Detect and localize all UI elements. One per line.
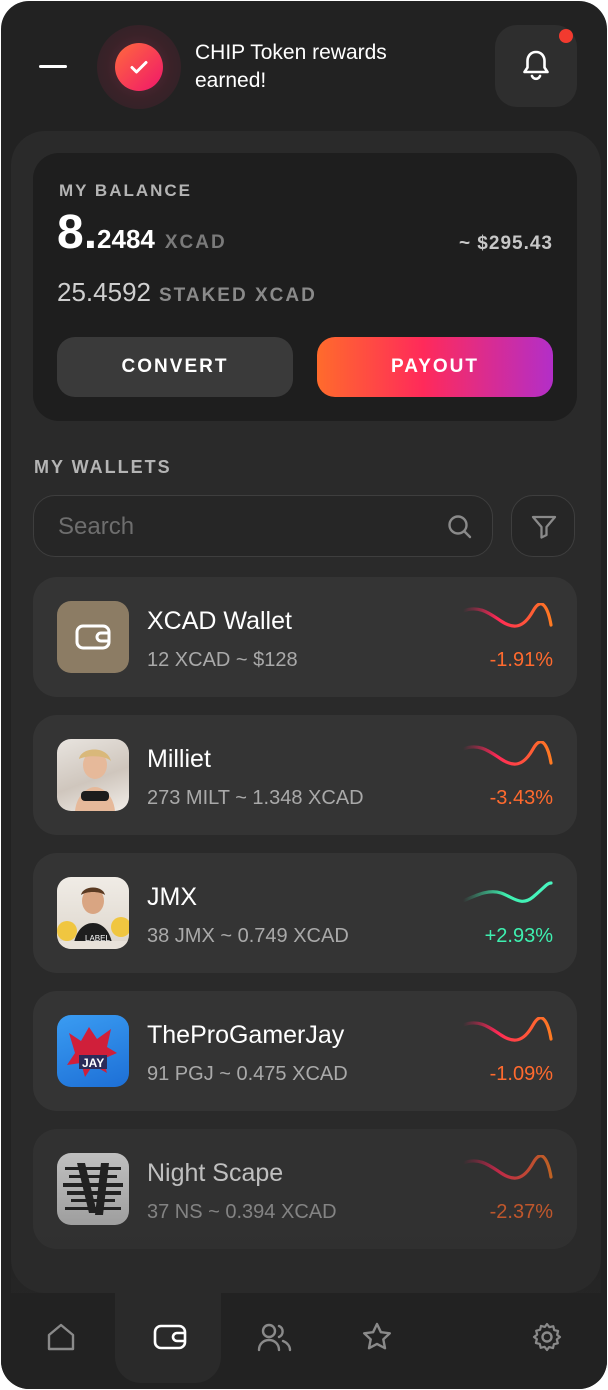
nav-home[interactable] bbox=[13, 1293, 109, 1389]
notification-badge[interactable] bbox=[97, 25, 181, 109]
wallet-name: Milliet bbox=[147, 745, 211, 773]
wallet-card-xcad[interactable]: XCAD Wallet 12 XCAD ~ $128 -1.91% bbox=[33, 577, 577, 697]
wallet-name: Night Scape bbox=[147, 1159, 284, 1187]
wallet-change: -3.43% bbox=[489, 787, 553, 809]
creator-avatar bbox=[57, 739, 129, 811]
wallets-heading: MY WALLETS bbox=[34, 457, 172, 477]
search-input[interactable] bbox=[56, 496, 430, 558]
settings-icon bbox=[532, 1322, 562, 1352]
notification-text: CHIP Token rewards earned! bbox=[195, 41, 387, 92]
star-icon bbox=[363, 1322, 391, 1350]
trend-sparkline bbox=[461, 1155, 553, 1180]
wallet-holdings: 91 PGJ ~ 0.475 XCAD bbox=[147, 1063, 348, 1085]
unread-dot bbox=[559, 29, 573, 43]
main-panel: MY BALANCE 8.2484 XCAD ~ $295.43 25.4592 S… bbox=[11, 131, 601, 1311]
wallet-holdings: 37 NS ~ 0.394 XCAD bbox=[147, 1201, 337, 1223]
creator-avatar: LABEL bbox=[57, 877, 129, 949]
top-bar: CHIP Token rewards earned! bbox=[1, 1, 607, 131]
svg-text:JAY: JAY bbox=[82, 1056, 104, 1070]
ns-logo bbox=[57, 1153, 129, 1225]
jay-logo: JAY bbox=[57, 1015, 129, 1087]
checkmark-badge-icon bbox=[115, 43, 163, 91]
search-icon[interactable] bbox=[446, 513, 474, 541]
convert-button[interactable]: CONVERT bbox=[57, 337, 293, 397]
balance-amount: 8.2484 XCAD bbox=[57, 205, 227, 260]
balance-decimal: 2484 bbox=[97, 224, 155, 254]
home-icon bbox=[47, 1323, 75, 1351]
balance-card: MY BALANCE 8.2484 XCAD ~ $295.43 25.4592 S… bbox=[33, 153, 577, 421]
wallet-card-theprogamerjay[interactable]: JAY TheProGamerJay 91 PGJ ~ 0.475 XCAD -… bbox=[33, 991, 577, 1111]
staked-unit: STAKED XCAD bbox=[159, 285, 317, 306]
users-icon bbox=[257, 1323, 292, 1352]
app-screen: CHIP Token rewards earned! MY BALANCE 8.… bbox=[1, 1, 607, 1389]
wallet-icon bbox=[153, 1324, 187, 1350]
balance-integer: 8. bbox=[57, 206, 98, 259]
payout-button[interactable]: PAYOUT bbox=[317, 337, 553, 397]
wallet-change: -1.91% bbox=[489, 649, 553, 671]
wallet-card-milliet[interactable]: Milliet 273 MILT ~ 1.348 XCAD -3.43% bbox=[33, 715, 577, 835]
wallet-change: -1.09% bbox=[489, 1063, 553, 1085]
search-field bbox=[33, 495, 493, 558]
filter-button[interactable] bbox=[511, 495, 575, 557]
wallet-card-nightscape[interactable]: Night Scape 37 NS ~ 0.394 XCAD -2.37% bbox=[33, 1129, 577, 1249]
balance-usd: ~ $295.43 bbox=[458, 233, 553, 254]
wallet-holdings: 273 MILT ~ 1.348 XCAD bbox=[147, 787, 364, 809]
menu-button[interactable] bbox=[39, 57, 67, 77]
wallet-holdings: 12 XCAD ~ $128 bbox=[147, 649, 298, 671]
wallet-change: +2.93% bbox=[484, 925, 553, 947]
bottom-nav bbox=[1, 1293, 607, 1389]
trend-sparkline bbox=[461, 1017, 553, 1042]
nav-wallet[interactable] bbox=[121, 1293, 217, 1389]
staked-decimal: 4592 bbox=[93, 277, 151, 307]
wallet-name: JMX bbox=[147, 883, 197, 911]
wallet-holdings: 38 JMX ~ 0.749 XCAD bbox=[147, 925, 349, 947]
wallet-icon bbox=[57, 601, 129, 673]
wallet-card-jmx[interactable]: LABEL JMX 38 JMX ~ 0.749 XCAD +2.93% bbox=[33, 853, 577, 973]
nav-favorites[interactable] bbox=[329, 1293, 425, 1389]
balance-label: MY BALANCE bbox=[59, 181, 193, 200]
balance-unit: XCAD bbox=[164, 232, 227, 253]
nav-community[interactable] bbox=[225, 1293, 321, 1389]
wallet-name: TheProGamerJay bbox=[147, 1021, 345, 1049]
staked-amount: 25.4592 STAKED XCAD bbox=[57, 277, 317, 308]
wallet-change: -2.37% bbox=[489, 1201, 553, 1223]
trend-sparkline bbox=[461, 603, 553, 628]
filter-icon bbox=[531, 515, 557, 539]
trend-sparkline bbox=[461, 741, 553, 766]
staked-integer: 25. bbox=[57, 277, 94, 307]
wallet-name: XCAD Wallet bbox=[147, 607, 292, 635]
bell-icon bbox=[523, 50, 549, 81]
nav-settings[interactable] bbox=[499, 1293, 595, 1389]
trend-sparkline bbox=[461, 881, 553, 903]
menu-icon bbox=[39, 65, 67, 68]
